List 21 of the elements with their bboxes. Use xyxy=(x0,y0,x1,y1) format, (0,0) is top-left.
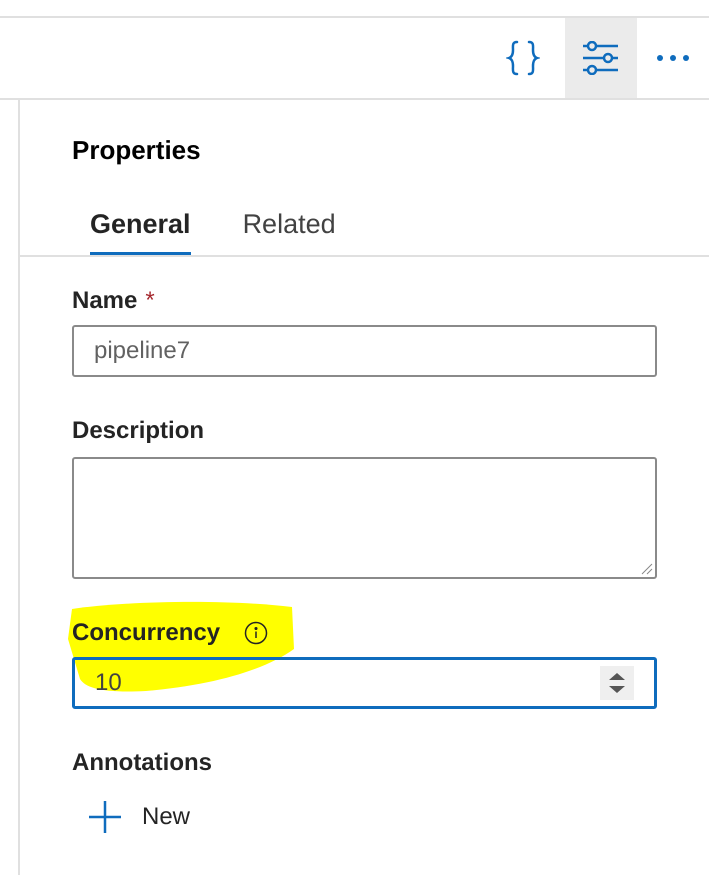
field-label: Description xyxy=(72,416,204,446)
panel-title: Properties xyxy=(72,134,202,166)
properties-button[interactable] xyxy=(565,18,637,98)
sliders-icon xyxy=(582,41,620,75)
annotations-label: Annotations xyxy=(72,748,213,778)
input-field[interactable]: pipeline7 xyxy=(72,325,657,377)
tab[interactable]: General xyxy=(90,208,191,255)
plus-icon xyxy=(88,800,122,834)
tab[interactable]: Related xyxy=(242,208,336,255)
spinner-icon[interactable] xyxy=(600,666,634,700)
braces-icon xyxy=(506,40,540,76)
number-field[interactable]: 10 xyxy=(72,657,657,709)
field-value: 10 xyxy=(95,668,123,698)
description-field[interactable] xyxy=(72,457,657,579)
field-label: Name xyxy=(72,286,138,316)
new-annotation-button[interactable]: New xyxy=(88,799,190,835)
field-label: Concurrency xyxy=(72,618,220,648)
required-mark: * xyxy=(145,286,155,316)
resize-grip-icon xyxy=(641,563,653,575)
field-value: pipeline7 xyxy=(94,336,192,366)
more-icon xyxy=(656,54,690,62)
